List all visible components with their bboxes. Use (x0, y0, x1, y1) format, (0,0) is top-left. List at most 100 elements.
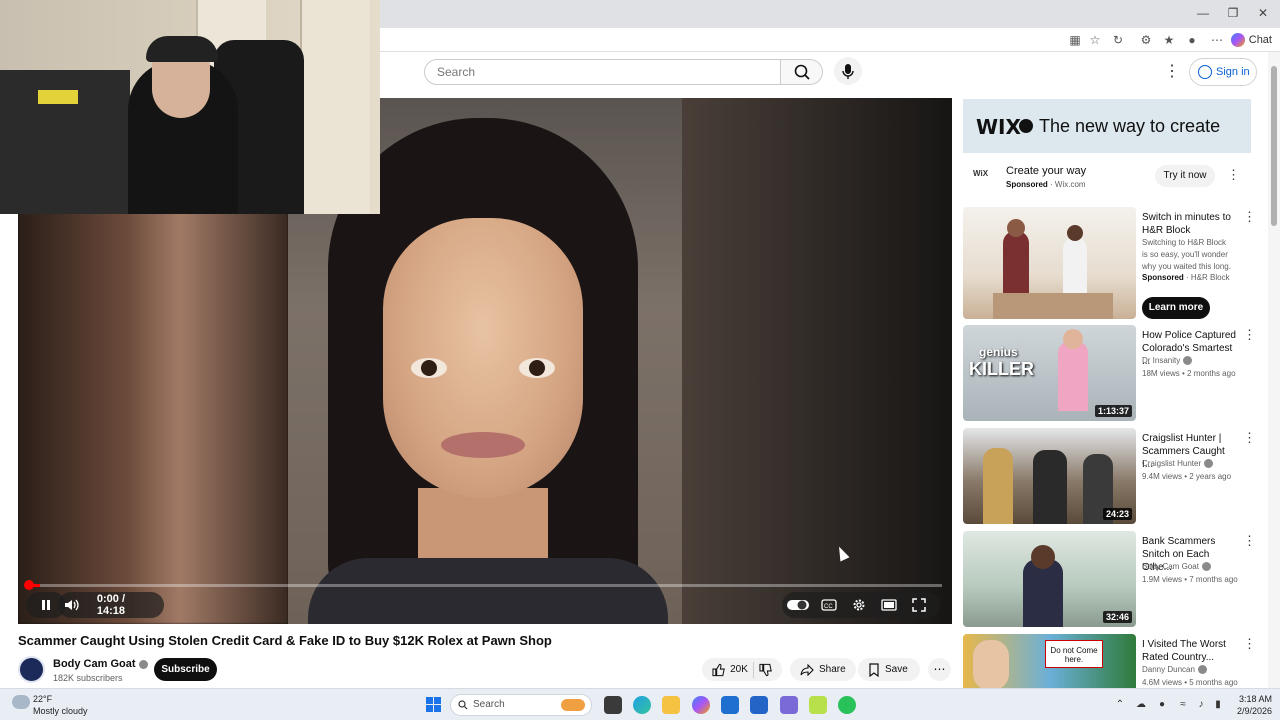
save-button[interactable]: Save (858, 658, 920, 681)
settings-menu-icon[interactable]: ⋮ (1164, 62, 1180, 82)
hr-block-thumbnail[interactable] (963, 207, 1136, 319)
voice-search-button[interactable] (834, 57, 862, 85)
battery-icon[interactable]: ▮ (1212, 699, 1224, 711)
recommendation-card[interactable]: 32:46 Bank Scammers Snitch on Each Othe.… (963, 531, 1263, 627)
duration-badge: 1:13:37 (1094, 405, 1132, 417)
extensions-icon[interactable]: ⚙ (1138, 32, 1154, 48)
windows-taskbar: 22°F Mostly cloudy Search ⌃ ☁ ● ≈ ♪ ▮ 3:… (0, 688, 1280, 720)
scrubber-handle[interactable] (24, 580, 34, 590)
copilot-app-icon[interactable] (692, 696, 710, 714)
streaming-app-icon[interactable] (838, 696, 856, 714)
rec-menu-icon[interactable]: ⋮ (1243, 533, 1256, 549)
channel-avatar[interactable] (18, 656, 45, 683)
channel-name[interactable]: Body Cam Goat (53, 658, 148, 670)
scrollbar-thumb[interactable] (1271, 66, 1277, 226)
rec-thumbnail[interactable]: 32:46 (963, 531, 1136, 627)
taskbar-search[interactable]: Search (450, 694, 592, 716)
rec-thumbnail[interactable]: genius KILLER 1:13:37 (963, 325, 1136, 421)
recommendation-card[interactable]: 24:23 Craigslist Hunter | Scammers Caugh… (963, 428, 1263, 524)
weather-temperature[interactable]: 22°F (33, 694, 52, 704)
streamer-cap (146, 36, 218, 62)
sponsored-recommendation[interactable]: Switch in minutes to H&R Block Switching… (963, 207, 1263, 319)
app-available-icon[interactable]: ▦ (1067, 32, 1083, 48)
ad-domain: · Wix.com (1050, 180, 1086, 189)
ad-title[interactable]: Create your way (1006, 165, 1086, 177)
search-button[interactable] (781, 59, 823, 85)
try-it-now-button[interactable]: Try it now (1155, 165, 1215, 187)
wifi-icon[interactable]: ≈ (1177, 699, 1189, 711)
volume-button[interactable] (58, 592, 87, 618)
sign-in-button[interactable]: Sign in (1189, 58, 1257, 86)
ad-sponsor-line: Sponsored · Wix.com (1006, 180, 1086, 189)
close-window-icon[interactable]: ✕ (1250, 6, 1276, 20)
like-icon[interactable] (712, 663, 725, 677)
restore-icon[interactable]: ❐ (1220, 6, 1246, 20)
more-actions-button[interactable]: ⋯ (928, 658, 951, 681)
ad-menu-icon[interactable]: ⋮ (1227, 167, 1240, 183)
clock-date[interactable]: 2/9/2026 (1225, 706, 1272, 716)
live-app-icon[interactable] (809, 696, 827, 714)
cloud-sync-icon[interactable]: ☁ (1135, 699, 1147, 711)
taskbar-search-label: Search (473, 699, 505, 710)
edge-browser-icon[interactable] (633, 696, 651, 714)
progress-bar[interactable] (28, 584, 942, 587)
rec-thumbnail[interactable]: 24:23 (963, 428, 1136, 524)
recommendation-card[interactable]: Do not Come here. I Visited The Worst Ra… (963, 634, 1263, 688)
rec-menu-icon[interactable]: ⋮ (1243, 636, 1256, 652)
tray-overflow-icon[interactable]: ⌃ (1114, 699, 1126, 711)
refresh-icon[interactable]: ↻ (1110, 32, 1126, 48)
rec-description: Switching to H&R Block is so easy, you'l… (1142, 238, 1231, 271)
sponsored-label: Sponsored (1006, 180, 1048, 189)
rec-meta: 4.6M views • 5 months ago (1142, 678, 1238, 687)
verified-icon (1183, 356, 1193, 366)
share-icon (800, 663, 814, 676)
time-display: 0:00 / 14:18 (96, 593, 126, 617)
favorites-icon[interactable]: ★ (1161, 32, 1177, 48)
editor-app-icon[interactable] (750, 696, 768, 714)
fullscreen-button[interactable] (904, 592, 934, 618)
captions-icon: CC (821, 599, 837, 611)
duration-badge: 32:46 (1102, 611, 1132, 623)
task-view-icon[interactable] (604, 696, 622, 714)
wix-ad-banner[interactable]: WIX The new way to create (963, 99, 1251, 153)
recommendation-card[interactable]: genius KILLER 1:13:37 How Police Capture… (963, 325, 1263, 421)
rec-meta: 18M views • 2 months ago (1142, 369, 1236, 378)
clock-time[interactable]: 3:18 AM (1232, 694, 1272, 704)
copilot-chat-button[interactable]: Chat (1230, 31, 1272, 49)
rec-thumbnail[interactable]: Do not Come here. (963, 634, 1136, 688)
subscribe-button[interactable]: Subscribe (154, 658, 217, 681)
volume-tray-icon[interactable]: ♪ (1195, 699, 1207, 711)
account-icon (1198, 65, 1212, 79)
store-icon[interactable] (721, 696, 739, 714)
profile-icon[interactable]: ● (1184, 32, 1200, 48)
rec-sponsor-line: Sponsored · H&R Block (1142, 273, 1230, 282)
dislike-icon[interactable] (759, 663, 772, 677)
settings-button[interactable] (844, 592, 874, 618)
file-explorer-icon[interactable] (662, 696, 680, 714)
minimize-icon[interactable]: — (1190, 6, 1216, 20)
learn-more-button[interactable]: Learn more (1142, 297, 1210, 319)
page-scrollbar[interactable] (1268, 52, 1280, 688)
search-input[interactable]: Search (424, 59, 781, 85)
rec-menu-icon[interactable]: ⋮ (1243, 430, 1256, 446)
vpn-app-icon[interactable] (780, 696, 798, 714)
mic-tray-icon[interactable]: ● (1156, 699, 1168, 711)
subscriber-count: 182K subscribers (53, 673, 123, 683)
svg-text:CC: CC (824, 604, 833, 610)
search-icon (794, 64, 810, 80)
browser-menu-icon[interactable]: ⋯ (1209, 32, 1225, 48)
share-button[interactable]: Share (790, 658, 856, 681)
theater-mode-button[interactable] (874, 592, 904, 618)
channel-name-text: Body Cam Goat (53, 658, 136, 670)
rec-channel: Craigslist Hunter (1142, 459, 1214, 469)
autoplay-toggle[interactable] (782, 592, 814, 618)
captions-button[interactable]: CC (814, 592, 844, 618)
pause-icon (42, 600, 50, 610)
rec-menu-icon[interactable]: ⋮ (1243, 209, 1256, 225)
favorite-star-icon[interactable]: ☆ (1087, 32, 1103, 48)
thumb-caption-bottom: KILLER (969, 359, 1034, 379)
cloud-icon[interactable] (12, 695, 30, 709)
windows-start-icon[interactable] (426, 697, 441, 712)
rec-menu-icon[interactable]: ⋮ (1243, 327, 1256, 343)
weather-condition[interactable]: Mostly cloudy (33, 706, 88, 716)
